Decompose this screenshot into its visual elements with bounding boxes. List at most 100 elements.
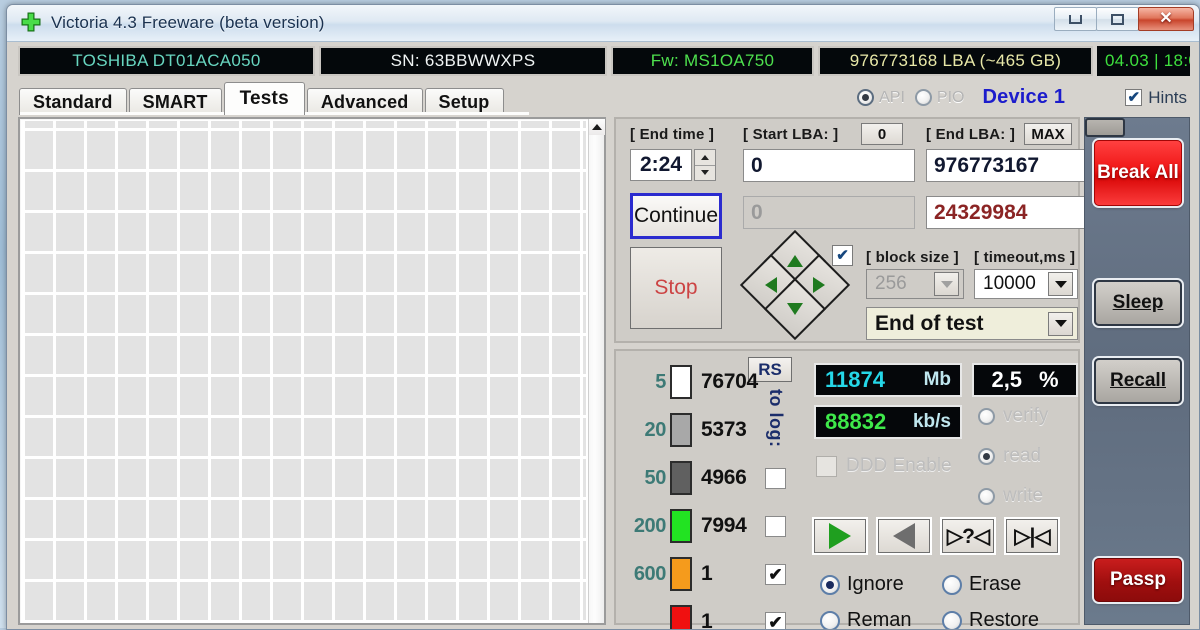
verify-radio[interactable]	[978, 408, 995, 425]
legend-row-200: 200 7994	[620, 509, 747, 543]
legend-ms: 5	[620, 371, 666, 394]
mode-read[interactable]: read	[978, 445, 1041, 467]
legend-swatch	[670, 605, 692, 630]
speed-unit: kb/s	[913, 411, 951, 433]
window-buttons: ✕	[1055, 7, 1194, 31]
speed-value: 88832	[825, 409, 886, 435]
block-size-combo[interactable]: 256	[866, 269, 964, 299]
continue-button[interactable]: Continue	[630, 193, 722, 239]
scroll-up-button[interactable]	[589, 119, 605, 135]
drive-model: TOSHIBA DT01ACA050	[18, 46, 315, 76]
block-size-dropdown-button[interactable]	[934, 272, 959, 296]
tab-tests[interactable]: Tests	[224, 82, 305, 115]
pio-radio[interactable]	[915, 89, 932, 106]
ddd-enable-group[interactable]: DDD Enable	[816, 455, 952, 477]
current-lba-input[interactable]: 24329984	[926, 196, 1100, 229]
erase-radio[interactable]	[942, 575, 962, 595]
write-radio[interactable]	[978, 488, 995, 505]
read-radio[interactable]	[978, 448, 995, 465]
chevron-up-icon	[701, 155, 709, 160]
surface-map-grid[interactable]	[22, 121, 586, 623]
butterfly-seek-button[interactable]: ▷|◁	[1006, 519, 1058, 553]
mode-verify[interactable]: verify	[978, 405, 1048, 427]
green-cross-icon	[20, 12, 42, 34]
ignore-radio[interactable]	[820, 575, 840, 595]
tab-smart[interactable]: SMART	[129, 88, 222, 115]
random-seek-button[interactable]: ▷?◁	[942, 519, 994, 553]
write-label: write	[1003, 485, 1043, 507]
start-lba-input[interactable]: 0	[743, 149, 915, 182]
action-reman[interactable]: Reman	[820, 609, 911, 630]
legend-swatch	[670, 509, 692, 543]
close-button[interactable]: ✕	[1138, 7, 1194, 31]
timeout-combo[interactable]: 10000	[974, 269, 1078, 299]
play-backward-button[interactable]	[878, 519, 930, 553]
log-checkbox-600[interactable]	[765, 564, 786, 585]
api-radio[interactable]	[857, 89, 874, 106]
minimize-button[interactable]	[1054, 7, 1097, 31]
tab-strip: Standard SMART Tests Advanced Setup API …	[7, 79, 1200, 115]
legend-count: 5373	[701, 418, 747, 442]
start-lba-zero-button[interactable]: 0	[861, 123, 903, 145]
hints-checkbox[interactable]	[1125, 89, 1142, 106]
tab-list: Standard SMART Tests Advanced Setup	[19, 83, 506, 115]
read-label: read	[1003, 445, 1041, 467]
block-size-label: [ block size ]	[866, 249, 959, 266]
end-time-label: [ End time ]	[630, 126, 714, 143]
legend-count: 1	[701, 562, 712, 586]
percent-value: 2,5	[991, 367, 1022, 393]
end-action-dropdown-button[interactable]	[1048, 312, 1073, 336]
tab-advanced[interactable]: Advanced	[307, 88, 423, 115]
stepper-down-button[interactable]	[695, 166, 715, 181]
log-checkbox-200[interactable]	[765, 516, 786, 537]
timeout-dropdown-button[interactable]	[1048, 272, 1073, 296]
restore-radio[interactable]	[942, 611, 962, 630]
map-vertical-scrollbar[interactable]	[588, 119, 604, 623]
maximize-button[interactable]	[1096, 7, 1139, 31]
log-checkbox-50[interactable]	[765, 468, 786, 489]
chevron-down-icon	[1055, 320, 1067, 327]
tab-standard[interactable]: Standard	[19, 88, 127, 115]
action-ignore[interactable]: Ignore	[820, 573, 904, 596]
legend-count: 4966	[701, 466, 747, 490]
size-readout: 11874 Mb	[814, 363, 962, 397]
ddd-enable-label: DDD Enable	[846, 455, 952, 477]
end-action-combo[interactable]: End of test	[866, 307, 1078, 340]
legend-row-5: 5 76704	[620, 365, 758, 399]
timeout-value: 10000	[983, 273, 1036, 295]
dpad-enable-checkbox[interactable]	[832, 245, 853, 266]
action-sidebar: Break All Sleep Recall Passp	[1084, 117, 1190, 625]
legend-ms: 600	[620, 563, 666, 586]
mode-write[interactable]: write	[978, 485, 1043, 507]
reman-radio[interactable]	[820, 611, 840, 630]
stepper-up-button[interactable]	[695, 150, 715, 166]
log-checkbox-err[interactable]	[765, 612, 786, 630]
end-time-stepper[interactable]	[694, 149, 716, 181]
passport-button[interactable]: Passp	[1094, 558, 1182, 602]
play-forward-button[interactable]	[814, 519, 866, 553]
break-all-button[interactable]: Break All	[1094, 140, 1182, 206]
surface-map-panel	[18, 117, 606, 625]
legend-count: 76704	[701, 370, 758, 394]
end-time-value[interactable]: 2:24	[630, 149, 692, 181]
sleep-button[interactable]: Sleep	[1094, 280, 1182, 326]
action-restore[interactable]: Restore	[942, 609, 1039, 630]
end-lba-input[interactable]: 976773167	[926, 149, 1100, 182]
drive-capacity: 976773168 LBA (~465 GB)	[818, 46, 1093, 76]
end-lba-max-button[interactable]: MAX	[1024, 123, 1072, 145]
legend-swatch	[670, 557, 692, 591]
chevron-down-icon	[1055, 281, 1067, 288]
start-lba-secondary-input[interactable]: 0	[743, 196, 915, 229]
legend-swatch	[670, 365, 692, 399]
status-indicator	[1085, 118, 1125, 137]
stop-button[interactable]: Stop	[630, 247, 722, 329]
test-parameters-panel: [ End time ] [ Start LBA: ] 0 [ End LBA:…	[614, 117, 1080, 343]
legend-count: 7994	[701, 514, 747, 538]
end-time-spinner[interactable]: 2:24	[630, 149, 716, 181]
tab-setup[interactable]: Setup	[425, 88, 504, 115]
recall-button[interactable]: Recall	[1094, 358, 1182, 404]
ddd-enable-checkbox[interactable]	[816, 456, 837, 477]
action-erase[interactable]: Erase	[942, 573, 1021, 596]
percent-readout: 2,5 %	[972, 363, 1078, 397]
chevron-down-icon	[941, 281, 953, 288]
